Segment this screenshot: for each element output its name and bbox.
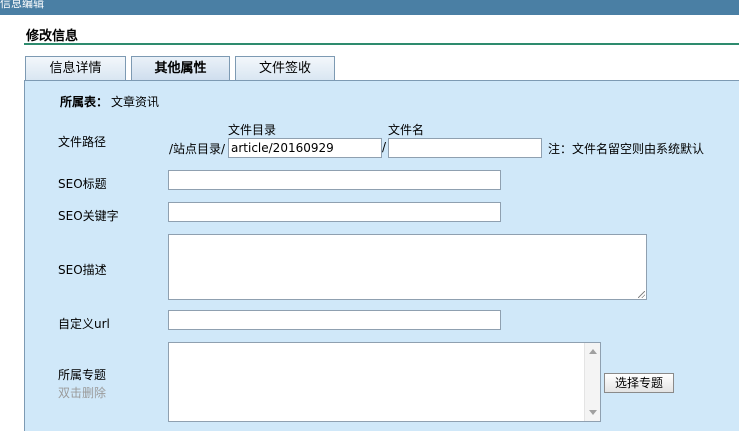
scroll-up-arrow-icon[interactable]	[589, 349, 597, 354]
resize-grip-icon[interactable]	[638, 291, 645, 298]
seo-description-label: SEO描述	[58, 263, 107, 277]
custom-url-label: 自定义url	[58, 317, 110, 331]
seo-keywords-label: SEO关键字	[58, 209, 119, 223]
belongs-table-label: 所属表：	[60, 95, 109, 109]
section-title: 修改信息	[26, 29, 79, 44]
seo-title-input[interactable]	[168, 170, 501, 190]
belongs-table-value: 文章资讯	[111, 95, 160, 109]
section-divider	[24, 43, 739, 45]
file-name-input[interactable]	[388, 138, 542, 158]
file-dir-input[interactable]: article/20160929	[228, 138, 382, 158]
tab-file-signoff[interactable]: 文件签收	[235, 56, 335, 80]
topic-label: 所属专题	[58, 368, 107, 382]
file-path-label: 文件路径	[58, 135, 107, 149]
scroll-down-arrow-icon[interactable]	[589, 410, 597, 415]
seo-title-label: SEO标题	[58, 177, 107, 191]
topic-list[interactable]	[168, 342, 601, 422]
site-dir-prefix: /站点目录/	[169, 142, 226, 156]
form-panel: 所属表： 文章资讯 文件路径 文件目录 文件名 /站点目录/ article/2…	[24, 80, 739, 431]
topic-hint: 双击删除	[58, 386, 107, 400]
tab-info-details[interactable]: 信息详情	[25, 56, 126, 80]
file-name-caption: 文件名	[388, 123, 425, 137]
custom-url-input[interactable]	[168, 310, 501, 330]
topic-list-scrollbar[interactable]	[584, 343, 600, 421]
seo-keywords-input[interactable]	[168, 202, 501, 222]
seo-description-textarea[interactable]	[168, 234, 647, 300]
select-topic-button[interactable]: 选择专题	[604, 373, 674, 393]
window-titlebar: 信息编辑	[0, 0, 739, 15]
file-name-note: 注：文件名留空则由系统默认	[548, 142, 705, 156]
file-dir-caption: 文件目录	[228, 123, 277, 137]
tab-other-attributes[interactable]: 其他属性	[131, 56, 230, 80]
path-separator: /	[382, 140, 387, 154]
window-title: 信息编辑	[0, 0, 44, 10]
